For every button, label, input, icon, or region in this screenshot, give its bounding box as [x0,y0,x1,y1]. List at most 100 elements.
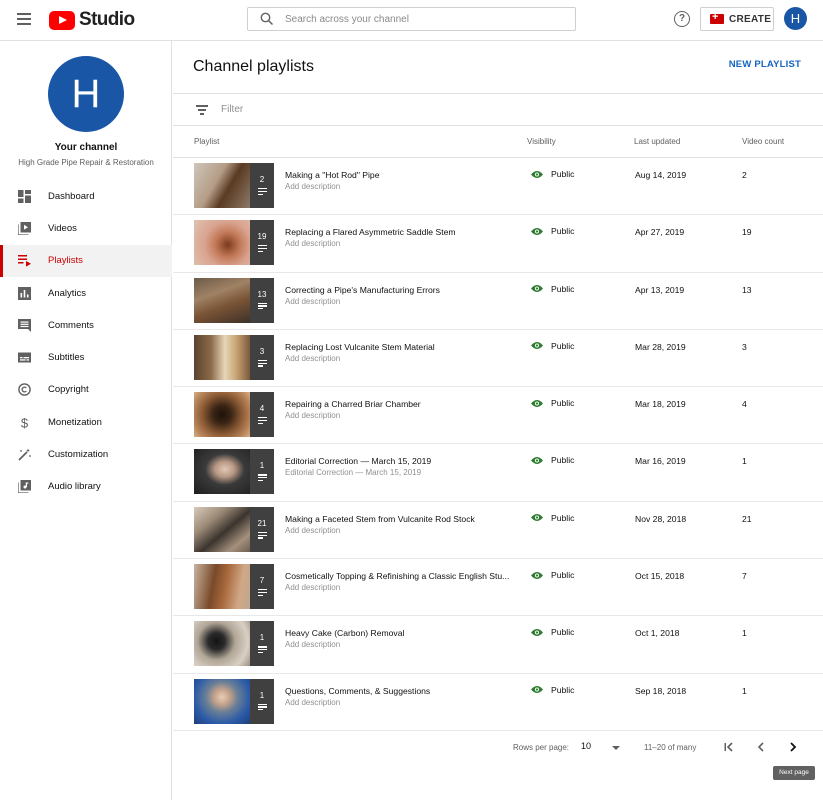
sidebar-item-videos[interactable]: Videos [0,212,172,244]
playlist-title[interactable]: Editorial Correction — March 15, 2019 [285,456,513,466]
playlist-title[interactable]: Correcting a Pipe's Manufacturing Errors [285,285,513,295]
sidebar-item-label: Subtitles [48,352,85,364]
last-updated: Oct 15, 2018 [635,571,685,582]
sidebar-item-copyright[interactable]: Copyright [0,374,172,406]
visibility-cell: Public [531,570,574,580]
sidebar-item-audio-library[interactable]: Audio library [0,471,172,503]
visibility-cell: Public [531,341,574,351]
table-row[interactable]: 1 Heavy Cake (Carbon) Removal Add descri… [173,616,823,674]
playlist-description[interactable]: Add description [285,239,513,248]
playlist-title[interactable]: Questions, Comments, & Suggestions [285,686,513,696]
playlist-title[interactable]: Replacing Lost Vulcanite Stem Material [285,342,513,352]
playlist-description[interactable]: Add description [285,411,513,420]
studio-logo[interactable]: Studio [49,9,135,31]
column-header-video-count[interactable]: Video count [742,137,784,146]
playlist-thumbnail[interactable]: 1 [194,449,274,495]
thumbnail-image [194,163,250,208]
playlist-thumbnail[interactable]: 4 [194,392,274,438]
playlist-description[interactable]: Add description [285,297,513,306]
playlist-thumbnail[interactable]: 19 [194,220,274,266]
search-icon [260,12,274,26]
playlist-title[interactable]: Heavy Cake (Carbon) Removal [285,628,513,638]
filter-icon[interactable] [196,105,208,118]
playlist-description[interactable]: Add description [285,354,513,363]
table-row[interactable]: 3 Replacing Lost Vulcanite Stem Material… [173,330,823,388]
column-header-visibility[interactable]: Visibility [527,137,556,146]
account-avatar[interactable]: H [784,7,807,30]
playlist-title[interactable]: Making a "Hot Rod" Pipe [285,170,513,180]
playlist-title[interactable]: Making a Faceted Stem from Vulcanite Rod… [285,514,513,524]
sidebar-item-analytics[interactable]: Analytics [0,277,172,309]
sidebar-item-dashboard[interactable]: Dashboard [0,180,172,212]
menu-icon[interactable] [17,13,31,25]
playlist-queue-icon [258,589,267,597]
thumbnail-video-count: 3 [259,346,265,356]
playlist-thumbnail[interactable]: 13 [194,277,274,323]
table-row[interactable]: 4 Repairing a Charred Briar Chamber Add … [173,387,823,445]
channel-title[interactable]: Your channel [0,142,172,153]
sidebar-item-subtitles[interactable]: Subtitles [0,341,172,373]
last-updated: Oct 1, 2018 [635,628,680,639]
playlist-description[interactable]: Editorial Correction — March 15, 2019 [285,468,513,477]
sidebar-item-comments[interactable]: Comments [0,309,172,341]
youtube-play-icon [49,10,75,30]
thumbnail-image [194,678,250,724]
video-library-icon [18,221,31,235]
filter-bar[interactable]: Filter [173,93,823,126]
new-playlist-button[interactable]: NEW PLAYLIST [729,59,801,70]
table-row[interactable]: 1 Questions, Comments, & Suggestions Add… [173,674,823,731]
rows-per-page-label: Rows per page: [513,743,570,752]
sidebar-item-label: Audio library [48,481,101,493]
playlist-thumbnail[interactable]: 2 [194,163,274,208]
playlist-description[interactable]: Add description [285,640,513,649]
playlist-description[interactable]: Add description [285,583,513,592]
sidebar-item-playlists[interactable]: Playlists [0,244,172,278]
thumbnail-image [194,334,250,380]
create-label: CREATE [729,13,772,25]
help-icon[interactable]: ? [674,11,690,27]
thumbnail-overlay: 1 [250,621,274,667]
filter-input[interactable]: Filter [221,104,243,115]
first-page-icon[interactable] [722,740,736,754]
playlist-thumbnail[interactable]: 1 [194,621,274,667]
playlist-description[interactable]: Add description [285,182,513,191]
table-row[interactable]: 19 Replacing a Flared Asymmetric Saddle … [173,215,823,273]
video-count: 19 [742,227,752,238]
thumbnail-video-count: 19 [257,232,267,242]
playlist-table: 2 Making a "Hot Rod" Pipe Add descriptio… [173,158,823,731]
table-row[interactable]: 1 Editorial Correction — March 15, 2019 … [173,444,823,502]
playlist-description[interactable]: Add description [285,698,513,707]
last-updated: Nov 28, 2018 [635,513,687,524]
visibility-cell: Public [531,284,574,294]
create-button[interactable]: CREATE [700,7,774,31]
search-input[interactable] [285,11,565,27]
table-row[interactable]: 7 Cosmetically Topping & Refinishing a C… [173,559,823,617]
playlist-thumbnail[interactable]: 1 [194,678,274,724]
eye-icon [531,170,543,178]
playlist-title[interactable]: Replacing a Flared Asymmetric Saddle Ste… [285,227,513,237]
chevron-down-icon[interactable] [612,746,620,750]
playlist-title[interactable]: Cosmetically Topping & Refinishing a Cla… [285,571,513,581]
column-header-last-updated[interactable]: Last updated [634,137,680,146]
column-header-playlist: Playlist [194,137,220,146]
playlist-thumbnail[interactable]: 7 [194,564,274,610]
table-row[interactable]: 2 Making a "Hot Rod" Pipe Add descriptio… [173,158,823,216]
playlist-thumbnail[interactable]: 3 [194,334,274,380]
last-updated: Mar 18, 2019 [635,399,686,410]
rows-per-page-select[interactable]: 10 [581,741,591,751]
search-box[interactable] [247,7,576,31]
table-row[interactable]: 13 Correcting a Pipe's Manufacturing Err… [173,273,823,330]
video-count: 21 [742,513,752,524]
table-row[interactable]: 21 Making a Faceted Stem from Vulcanite … [173,502,823,560]
playlist-title[interactable]: Repairing a Charred Briar Chamber [285,399,513,409]
sidebar-item-label: Playlists [48,255,83,267]
sidebar-item-customization[interactable]: Customization [0,438,172,470]
next-page-icon[interactable] [786,740,800,754]
playlist-description[interactable]: Add description [285,526,513,535]
sidebar-item-monetization[interactable]: $ Monetization [0,406,172,438]
thumbnail-image [194,449,250,495]
playlist-thumbnail[interactable]: 21 [194,506,274,552]
channel-avatar[interactable]: H [48,56,124,132]
previous-page-icon[interactable] [754,740,768,754]
eye-icon [531,227,543,235]
